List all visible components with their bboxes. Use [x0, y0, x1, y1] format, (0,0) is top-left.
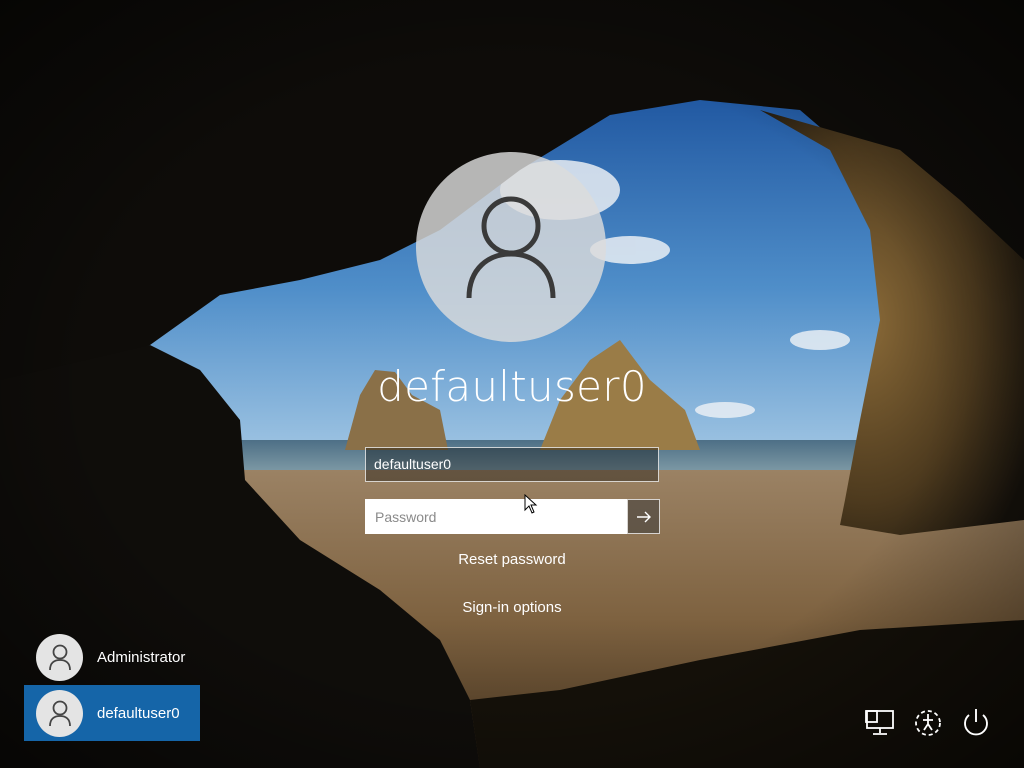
- mouse-pointer-icon: [524, 494, 538, 514]
- power-button[interactable]: [958, 704, 994, 740]
- avatar: [36, 689, 83, 737]
- person-icon: [48, 700, 71, 727]
- user-switcher: Administrator defaultuser0: [24, 629, 200, 741]
- sign-in-options-link[interactable]: Sign-in options: [412, 599, 612, 616]
- user-item-label: defaultuser0: [97, 704, 180, 722]
- power-icon: [964, 709, 988, 736]
- user-item-label: Administrator: [97, 648, 186, 666]
- password-input[interactable]: [365, 499, 627, 534]
- avatar: [36, 633, 83, 681]
- password-row: [365, 499, 660, 534]
- reset-password-link[interactable]: Reset password: [412, 551, 612, 568]
- ease-of-access-button[interactable]: [910, 704, 946, 740]
- person-icon: [466, 196, 556, 299]
- submit-button[interactable]: [627, 499, 660, 534]
- ease-of-access-icon: [915, 710, 941, 736]
- network-button[interactable]: [862, 704, 898, 740]
- user-avatar-large: [416, 152, 606, 342]
- username-field[interactable]: defaultuser0: [365, 447, 659, 482]
- user-item-administrator[interactable]: Administrator: [24, 629, 200, 685]
- person-icon: [48, 644, 71, 671]
- network-icon: [865, 710, 894, 735]
- arrow-right-icon: [636, 511, 651, 522]
- system-buttons: [860, 704, 1000, 744]
- user-item-defaultuser0[interactable]: defaultuser0: [24, 685, 200, 741]
- account-display-name: defaultuser0: [377, 362, 647, 411]
